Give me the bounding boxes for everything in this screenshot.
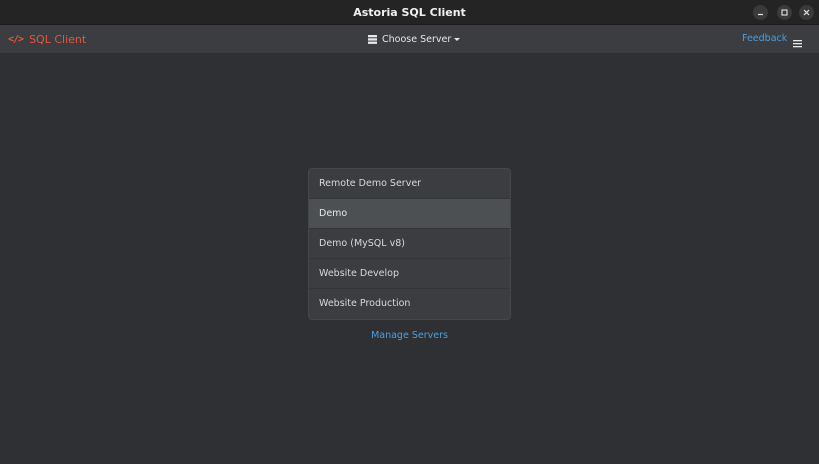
- app-window: Astoria SQL Client </> SQL Client Choose…: [0, 0, 819, 464]
- server-list: Remote Demo Server Demo Demo (MySQL v8) …: [308, 168, 511, 320]
- close-button[interactable]: [799, 5, 814, 20]
- server-item-demo[interactable]: Demo: [309, 199, 510, 229]
- server-item-demo-mysql-v8[interactable]: Demo (MySQL v8): [309, 229, 510, 259]
- brand-label: SQL Client: [29, 32, 87, 46]
- database-icon: [368, 34, 377, 44]
- toolbar: </> SQL Client Choose Server Feedback: [0, 25, 819, 53]
- manage-servers-link[interactable]: Manage Servers: [308, 330, 511, 341]
- choose-server-label: Choose Server: [382, 33, 452, 45]
- window-title: Astoria SQL Client: [353, 6, 466, 19]
- server-item-remote-demo-server[interactable]: Remote Demo Server: [309, 169, 510, 199]
- minimize-button[interactable]: [753, 5, 768, 20]
- server-item-website-develop[interactable]: Website Develop: [309, 259, 510, 289]
- server-item-website-production[interactable]: Website Production: [309, 289, 510, 319]
- choose-server-dropdown[interactable]: Choose Server: [368, 25, 461, 53]
- title-bar: Astoria SQL Client: [0, 0, 819, 25]
- minimize-icon: [758, 13, 763, 16]
- brand[interactable]: </> SQL Client: [8, 25, 86, 53]
- close-icon: [803, 9, 810, 16]
- code-icon: </>: [8, 33, 24, 45]
- maximize-icon: [781, 9, 788, 16]
- caret-down-icon: [454, 37, 461, 41]
- hamburger-menu-button[interactable]: [793, 34, 803, 48]
- hamburger-menu-icon: [793, 40, 802, 48]
- feedback-link[interactable]: Feedback: [742, 25, 787, 53]
- maximize-button[interactable]: [777, 5, 792, 20]
